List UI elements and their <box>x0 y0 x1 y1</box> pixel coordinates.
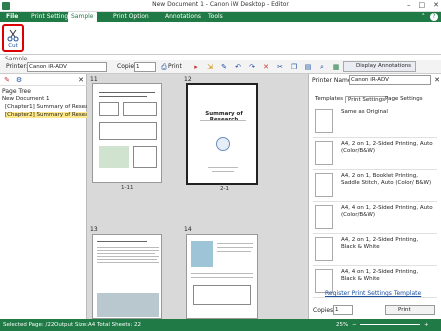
register-template-link[interactable]: Register Print Settings Template <box>325 290 421 297</box>
cut-icon[interactable]: ✂ <box>276 63 284 71</box>
insert-icon[interactable]: ⇲ <box>206 63 214 71</box>
edit-icon[interactable]: ✎ <box>220 63 228 71</box>
ribbon-collapse-icon[interactable]: ˄ <box>422 12 426 22</box>
page-number: 14 <box>184 226 192 233</box>
template-label: A4, 4 on 1, 2-Sided Printing, Black & Wh… <box>341 269 419 282</box>
selected-page-status: Selected Page: /22 <box>3 322 55 328</box>
template-label: A4, 4 on 1, 2-Sided Printing, Auto (Colo… <box>341 205 433 218</box>
tab-print-settings-pane[interactable]: Print Settings <box>345 96 388 103</box>
copies-label-pane: Copies: <box>313 307 336 314</box>
page-tree-pane: ✎ ⚙ ✕ Page Tree New Document 1 [Chapter1… <box>0 74 89 319</box>
find-icon[interactable]: ⌕ <box>318 63 326 71</box>
print-button-pane[interactable]: Print <box>385 305 435 315</box>
page-number: 11 <box>90 76 98 83</box>
template-item[interactable]: A4, 4 on 1, 2-Sided Printing, Auto (Colo… <box>313 202 437 234</box>
redo-icon[interactable]: ↷ <box>248 63 256 71</box>
print-button[interactable]: Print <box>168 63 182 70</box>
copies-stepper-pane[interactable]: 1 <box>333 305 353 315</box>
page-number: 13 <box>90 226 98 233</box>
template-item[interactable]: A4, 2 on 1, 2-Sided Printing, Auto (Colo… <box>313 138 437 170</box>
paste-icon[interactable]: ▤ <box>304 63 312 71</box>
page-thumbnail-12[interactable]: Summary of Research <box>186 83 258 185</box>
menu-tab-bar: File Print Settings Sample Print Option … <box>0 12 441 22</box>
template-thumbnail <box>315 205 333 229</box>
printer-icon[interactable]: ⎙ <box>160 63 168 71</box>
undo-icon[interactable]: ↶ <box>234 63 242 71</box>
scissors-icon <box>7 29 19 42</box>
template-item[interactable]: Same as Original <box>313 106 437 138</box>
template-icon[interactable]: ▦ <box>332 63 340 71</box>
tree-item-document[interactable]: New Document 1 <box>2 96 86 102</box>
tree-item-chapter1[interactable]: [Chapter1] Summary of Resear <box>5 104 89 110</box>
printer-name-label: Printer Name: <box>312 77 354 84</box>
template-thumbnail <box>315 141 333 165</box>
help-icon[interactable]: ? <box>430 13 438 21</box>
tree-tool-icon-2[interactable]: ⚙ <box>15 76 23 84</box>
tree-tool-icon[interactable]: ✎ <box>3 76 11 84</box>
sample-toolbar: Printer: Canon iR-ADV Copies: 1 ⎙ Print … <box>0 60 441 74</box>
page-caption: 2-1 <box>220 186 229 192</box>
printer-select[interactable]: Canon iR-ADV <box>27 62 107 72</box>
tab-annotations[interactable]: Annotations <box>162 12 204 22</box>
page-thumbnail-11[interactable] <box>92 83 162 183</box>
pane-close-icon[interactable]: ✕ <box>77 76 85 84</box>
tab-tools[interactable]: Tools <box>205 12 226 22</box>
page-number: 12 <box>184 76 192 83</box>
delete-icon[interactable]: ✕ <box>262 63 270 71</box>
tree-item-chapter2[interactable]: [Chapter2] Summary of Resear <box>5 112 89 118</box>
tab-templates[interactable]: Templates <box>315 96 343 102</box>
template-label: A4, 2 on 1, Booklet Printing, Saddle Sti… <box>341 173 432 186</box>
title-bar: New Document 1 - Canon iW Desktop - Edit… <box>0 0 441 12</box>
total-sheets-status: Total Sheets: 22 <box>97 322 141 328</box>
close-icon[interactable]: ✕ <box>433 1 439 9</box>
minimize-icon[interactable]: – <box>407 1 411 9</box>
zoom-slider[interactable] <box>360 324 420 325</box>
tab-print-option[interactable]: Print Option <box>110 12 152 22</box>
zoom-level: 25% <box>336 322 349 328</box>
tab-file[interactable]: File <box>3 12 22 22</box>
copies-stepper[interactable]: 1 <box>134 62 156 72</box>
page-heading: Summary of Research <box>205 111 243 123</box>
page-thumbnail-13[interactable] <box>92 234 162 319</box>
page-caption: 1-11 <box>121 185 134 191</box>
window-title: New Document 1 - Canon iW Desktop - Edit… <box>152 1 289 8</box>
template-label: Same as Original <box>341 109 388 115</box>
page-thumbnail-14[interactable] <box>186 234 258 319</box>
template-thumbnail <box>315 237 333 261</box>
status-bar: Selected Page: /22 Output Size:A4 Total … <box>0 319 441 331</box>
cut-button[interactable]: Cut <box>2 24 24 52</box>
page-view: 11 1-11 12 Summary of Research 2-1 13 14 <box>87 74 308 319</box>
template-thumbnail <box>315 173 333 197</box>
template-thumbnail <box>315 109 333 133</box>
tab-sample[interactable]: Sample <box>68 12 97 22</box>
print-settings-pane: Printer Name: Canon iR-ADV ✕ Templates P… <box>308 74 441 319</box>
template-item[interactable]: A4, 2 on 1, 2-Sided Printing, Black & Wh… <box>313 234 437 266</box>
template-label: A4, 2 on 1, 2-Sided Printing, Black & Wh… <box>341 237 419 250</box>
printer-label: Printer: <box>6 63 28 70</box>
template-label: A4, 2 on 1, 2-Sided Printing, Auto (Colo… <box>341 141 433 154</box>
zoom-out-icon[interactable]: − <box>352 319 357 331</box>
display-annotations-toggle[interactable]: Display Annotations <box>343 61 416 72</box>
pane-close-icon[interactable]: ✕ <box>433 76 441 84</box>
print-preview-icon[interactable]: ▸ <box>192 63 200 71</box>
cut-label: Cut <box>8 43 18 49</box>
ribbon: Cut <box>0 22 441 55</box>
page-tree-label: Page Tree <box>2 88 31 95</box>
output-size-status: Output Size:A4 <box>54 322 96 328</box>
zoom-in-icon[interactable]: + <box>424 319 429 331</box>
tab-page-settings[interactable]: Page Settings <box>385 96 423 102</box>
maximize-icon[interactable]: □ <box>419 1 426 9</box>
copy-icon[interactable]: ❐ <box>290 63 298 71</box>
printer-name-select[interactable]: Canon iR-ADV <box>349 75 431 85</box>
template-item[interactable]: A4, 2 on 1, Booklet Printing, Saddle Sti… <box>313 170 437 202</box>
